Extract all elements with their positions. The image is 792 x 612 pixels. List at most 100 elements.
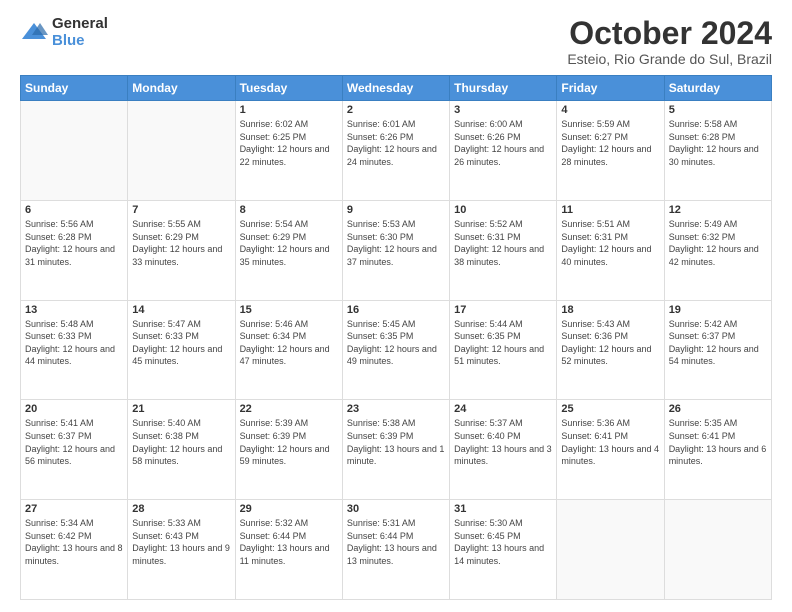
day-detail: Sunrise: 6:01 AM Sunset: 6:26 PM Dayligh… <box>347 118 445 168</box>
logo-text: General Blue <box>52 16 108 49</box>
page: General Blue October 2024 Esteio, Rio Gr… <box>0 0 792 612</box>
col-wednesday: Wednesday <box>342 76 449 101</box>
logo-general-label: General <box>52 16 108 33</box>
day-detail: Sunrise: 5:51 AM Sunset: 6:31 PM Dayligh… <box>561 218 659 268</box>
calendar-cell-w3-d0: 13Sunrise: 5:48 AM Sunset: 6:33 PM Dayli… <box>21 300 128 400</box>
calendar-table: Sunday Monday Tuesday Wednesday Thursday… <box>20 75 772 600</box>
day-number: 20 <box>25 403 123 415</box>
day-detail: Sunrise: 5:46 AM Sunset: 6:34 PM Dayligh… <box>240 318 338 368</box>
calendar-cell-w4-d0: 20 Sunrise: 5:41 AM Sunset: 6:37 PM Dayli… <box>21 400 128 500</box>
calendar-cell-w2-d5: 11 Sunrise: 5:51 AM Sunset: 6:31 PM Dayli… <box>557 200 664 300</box>
calendar-cell-w5-d1: 28 Sunrise: 5:33 AM Sunset: 6:43 PM Dayli… <box>128 500 235 600</box>
day-detail: Sunrise: 5:53 AM Sunset: 6:30 PM Dayligh… <box>347 218 445 268</box>
title-block: October 2024 Esteio, Rio Grande do Sul, … <box>567 16 772 67</box>
day-detail: Sunrise: 5:42 AM Sunset: 6:37 PM Dayligh… <box>669 318 767 368</box>
day-detail: Sunrise: 5:59 AM Sunset: 6:27 PM Dayligh… <box>561 118 659 168</box>
calendar-cell-w3-d3: 16 Sunrise: 5:45 AM Sunset: 6:35 PM Dayli… <box>342 300 449 400</box>
day-detail: Sunrise: 5:35 AM Sunset: 6:41 PM Dayligh… <box>669 417 767 467</box>
day-number: 3 <box>454 104 552 116</box>
calendar-cell-w3-d2: 15Sunrise: 5:46 AM Sunset: 6:34 PM Dayli… <box>235 300 342 400</box>
day-detail: Sunrise: 5:31 AM Sunset: 6:44 PM Dayligh… <box>347 517 445 567</box>
day-detail: Sunrise: 5:38 AM Sunset: 6:39 PM Dayligh… <box>347 417 445 467</box>
calendar-cell-w4-d6: 26 Sunrise: 5:35 AM Sunset: 6:41 PM Dayli… <box>664 400 771 500</box>
day-number: 1 <box>240 104 338 116</box>
day-number: 23 <box>347 403 445 415</box>
day-number: 11 <box>561 204 659 216</box>
day-number: 9 <box>347 204 445 216</box>
day-number: 21 <box>132 403 230 415</box>
week-row-4: 20 Sunrise: 5:41 AM Sunset: 6:37 PM Dayli… <box>21 400 772 500</box>
day-number: 5 <box>669 104 767 116</box>
day-number: 7 <box>132 204 230 216</box>
day-detail: Sunrise: 5:41 AM Sunset: 6:37 PM Dayligh… <box>25 417 123 467</box>
calendar-cell-w3-d5: 18Sunrise: 5:43 AM Sunset: 6:36 PM Dayli… <box>557 300 664 400</box>
day-number: 28 <box>132 503 230 515</box>
day-detail: Sunrise: 5:33 AM Sunset: 6:43 PM Dayligh… <box>132 517 230 567</box>
calendar-cell-w1-d0 <box>21 101 128 201</box>
day-number: 31 <box>454 503 552 515</box>
day-detail: Sunrise: 6:02 AM Sunset: 6:25 PM Dayligh… <box>240 118 338 168</box>
calendar-cell-w4-d5: 25Sunrise: 5:36 AM Sunset: 6:41 PM Dayli… <box>557 400 664 500</box>
day-detail: Sunrise: 5:44 AM Sunset: 6:35 PM Dayligh… <box>454 318 552 368</box>
day-number: 8 <box>240 204 338 216</box>
day-detail: Sunrise: 5:37 AM Sunset: 6:40 PM Dayligh… <box>454 417 552 467</box>
col-monday: Monday <box>128 76 235 101</box>
day-detail: Sunrise: 5:55 AM Sunset: 6:29 PM Dayligh… <box>132 218 230 268</box>
calendar-cell-w5-d3: 30 Sunrise: 5:31 AM Sunset: 6:44 PM Dayli… <box>342 500 449 600</box>
week-row-3: 13Sunrise: 5:48 AM Sunset: 6:33 PM Dayli… <box>21 300 772 400</box>
day-detail: Sunrise: 6:00 AM Sunset: 6:26 PM Dayligh… <box>454 118 552 168</box>
day-number: 24 <box>454 403 552 415</box>
col-sunday: Sunday <box>21 76 128 101</box>
calendar-cell-w4-d1: 21Sunrise: 5:40 AM Sunset: 6:38 PM Dayli… <box>128 400 235 500</box>
day-number: 6 <box>25 204 123 216</box>
day-detail: Sunrise: 5:45 AM Sunset: 6:35 PM Dayligh… <box>347 318 445 368</box>
day-detail: Sunrise: 5:48 AM Sunset: 6:33 PM Dayligh… <box>25 318 123 368</box>
calendar-header-row: Sunday Monday Tuesday Wednesday Thursday… <box>21 76 772 101</box>
day-detail: Sunrise: 5:47 AM Sunset: 6:33 PM Dayligh… <box>132 318 230 368</box>
week-row-1: 1 Sunrise: 6:02 AM Sunset: 6:25 PM Daylig… <box>21 101 772 201</box>
calendar-cell-w5-d4: 31 Sunrise: 5:30 AM Sunset: 6:45 PM Dayli… <box>450 500 557 600</box>
calendar-cell-w4-d2: 22Sunrise: 5:39 AM Sunset: 6:39 PM Dayli… <box>235 400 342 500</box>
calendar-cell-w1-d4: 3 Sunrise: 6:00 AM Sunset: 6:26 PM Daylig… <box>450 101 557 201</box>
calendar-cell-w2-d6: 12 Sunrise: 5:49 AM Sunset: 6:32 PM Dayli… <box>664 200 771 300</box>
calendar-cell-w1-d1 <box>128 101 235 201</box>
day-detail: Sunrise: 5:32 AM Sunset: 6:44 PM Dayligh… <box>240 517 338 567</box>
col-thursday: Thursday <box>450 76 557 101</box>
day-number: 22 <box>240 403 338 415</box>
col-tuesday: Tuesday <box>235 76 342 101</box>
day-number: 4 <box>561 104 659 116</box>
day-number: 29 <box>240 503 338 515</box>
day-detail: Sunrise: 5:30 AM Sunset: 6:45 PM Dayligh… <box>454 517 552 567</box>
day-number: 19 <box>669 304 767 316</box>
calendar-cell-w1-d3: 2Sunrise: 6:01 AM Sunset: 6:26 PM Daylig… <box>342 101 449 201</box>
calendar-cell-w4-d3: 23 Sunrise: 5:38 AM Sunset: 6:39 PM Dayli… <box>342 400 449 500</box>
main-title: October 2024 <box>567 16 772 51</box>
day-detail: Sunrise: 5:52 AM Sunset: 6:31 PM Dayligh… <box>454 218 552 268</box>
day-number: 27 <box>25 503 123 515</box>
day-number: 10 <box>454 204 552 216</box>
col-friday: Friday <box>557 76 664 101</box>
calendar-cell-w4-d4: 24 Sunrise: 5:37 AM Sunset: 6:40 PM Dayli… <box>450 400 557 500</box>
calendar-cell-w2-d3: 9 Sunrise: 5:53 AM Sunset: 6:30 PM Daylig… <box>342 200 449 300</box>
week-row-2: 6 Sunrise: 5:56 AM Sunset: 6:28 PM Daylig… <box>21 200 772 300</box>
calendar-cell-w3-d6: 19 Sunrise: 5:42 AM Sunset: 6:37 PM Dayli… <box>664 300 771 400</box>
day-number: 14 <box>132 304 230 316</box>
calendar-cell-w2-d1: 7 Sunrise: 5:55 AM Sunset: 6:29 PM Daylig… <box>128 200 235 300</box>
day-detail: Sunrise: 5:54 AM Sunset: 6:29 PM Dayligh… <box>240 218 338 268</box>
calendar-cell-w3-d1: 14 Sunrise: 5:47 AM Sunset: 6:33 PM Dayli… <box>128 300 235 400</box>
day-detail: Sunrise: 5:58 AM Sunset: 6:28 PM Dayligh… <box>669 118 767 168</box>
day-detail: Sunrise: 5:56 AM Sunset: 6:28 PM Dayligh… <box>25 218 123 268</box>
day-number: 26 <box>669 403 767 415</box>
calendar-cell-w2-d2: 8 Sunrise: 5:54 AM Sunset: 6:29 PM Daylig… <box>235 200 342 300</box>
day-number: 30 <box>347 503 445 515</box>
day-detail: Sunrise: 5:49 AM Sunset: 6:32 PM Dayligh… <box>669 218 767 268</box>
logo-blue-label: Blue <box>52 33 108 50</box>
logo-icon <box>20 19 48 47</box>
calendar-cell-w1-d6: 5 Sunrise: 5:58 AM Sunset: 6:28 PM Daylig… <box>664 101 771 201</box>
subtitle: Esteio, Rio Grande do Sul, Brazil <box>567 51 772 67</box>
calendar-cell-w2-d4: 10 Sunrise: 5:52 AM Sunset: 6:31 PM Dayli… <box>450 200 557 300</box>
day-number: 12 <box>669 204 767 216</box>
calendar-cell-w5-d6 <box>664 500 771 600</box>
day-detail: Sunrise: 5:36 AM Sunset: 6:41 PM Dayligh… <box>561 417 659 467</box>
day-number: 16 <box>347 304 445 316</box>
